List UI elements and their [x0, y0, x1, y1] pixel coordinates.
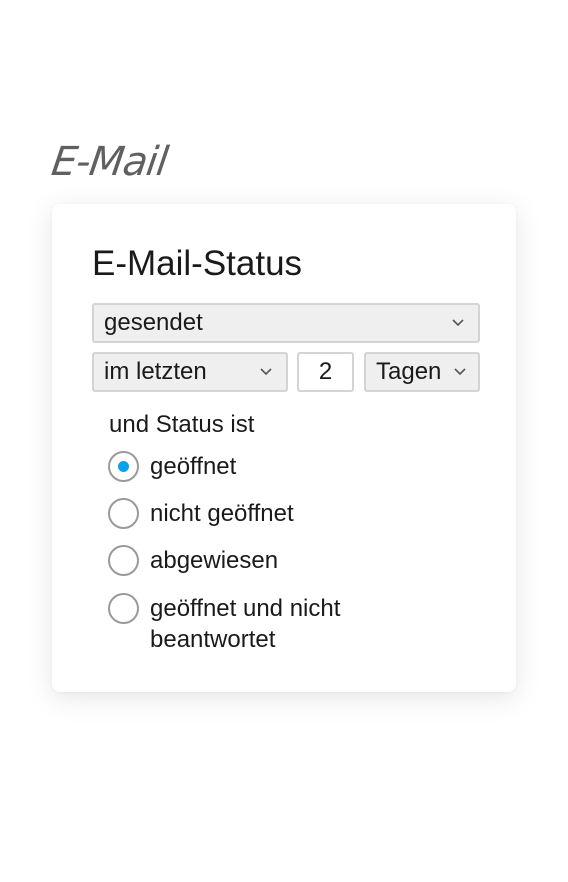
status-option-opened-not-replied[interactable]: geöffnet und nicht beantwortet: [108, 593, 400, 655]
radio-button[interactable]: [108, 498, 139, 529]
radio-button[interactable]: [108, 451, 139, 482]
status-option-label: geöffnet und nicht beantwortet: [150, 595, 341, 653]
status-option-opened[interactable]: geöffnet: [108, 451, 400, 482]
event-select[interactable]: gesendet: [92, 303, 480, 343]
status-label: und Status ist: [109, 411, 255, 438]
status-option-label: geöffnet: [150, 453, 237, 480]
chevron-down-icon: [454, 368, 466, 376]
status-option-label: abgewiesen: [150, 547, 279, 574]
range-select[interactable]: im letzten: [92, 352, 288, 392]
status-option-label: nicht geöffnet: [150, 500, 294, 527]
status-option-bounced[interactable]: abgewiesen: [108, 545, 400, 576]
email-status-card: E-Mail-Status gesendet im letzten 2 Tage…: [52, 204, 516, 692]
chevron-down-icon: [260, 368, 272, 376]
status-option-not-opened[interactable]: nicht geöffnet: [108, 498, 400, 529]
chevron-down-icon: [452, 319, 464, 327]
unit-select[interactable]: Tagen: [364, 352, 480, 392]
event-select-value: gesendet: [104, 309, 203, 336]
day-count-input[interactable]: 2: [297, 352, 354, 392]
card-title: E-Mail-Status: [92, 244, 303, 283]
section-heading: E-Mail: [48, 139, 171, 185]
radio-button[interactable]: [108, 593, 139, 624]
unit-select-value: Tagen: [376, 358, 442, 385]
radio-button[interactable]: [108, 545, 139, 576]
page: E-Mail E-Mail-Status gesendet im letzten…: [0, 0, 568, 882]
range-select-value: im letzten: [104, 358, 207, 385]
